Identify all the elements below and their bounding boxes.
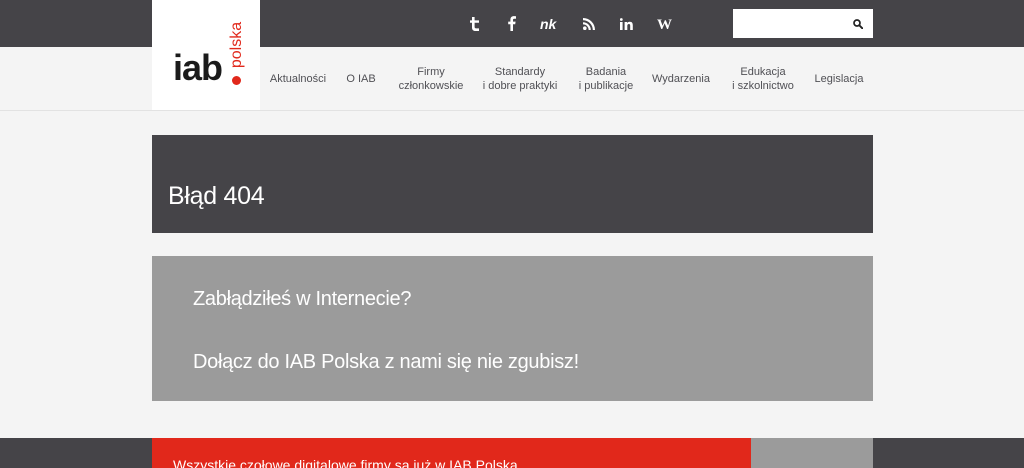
- error-message-box: Zabłądziłeś w Internecie? Dołącz do IAB …: [152, 256, 873, 401]
- nav-item-label-2: członkowskie: [398, 79, 464, 92]
- nav-item-firmy-czlonkowskie[interactable]: Firmy członkowskie: [393, 47, 469, 110]
- nav-item-label: Edukacja: [740, 65, 786, 78]
- nav-item-label: O IAB: [346, 72, 376, 85]
- message-line-1: Zabłądziłeś w Internecie?: [193, 288, 412, 310]
- page-title: Błąd 404: [168, 182, 265, 210]
- search-icon: [853, 18, 863, 29]
- logo-text: iab: [173, 47, 223, 88]
- linkedin-icon[interactable]: [613, 0, 641, 47]
- nav-item-aktualnosci[interactable]: Aktualności: [268, 47, 328, 110]
- nav-item-o-iab[interactable]: O IAB: [340, 47, 382, 110]
- logo-subtext-wrap: polska: [227, 16, 247, 74]
- nav-item-label: Wydarzenia: [652, 72, 710, 85]
- svg-text:nk: nk: [540, 18, 558, 30]
- nav-item-label: Firmy: [417, 65, 445, 78]
- join-banner[interactable]: Wszystkie czołowe digitalowe firmy są ju…: [152, 438, 751, 468]
- iab-polska-logo[interactable]: iab polska: [152, 0, 260, 110]
- nav-item-label: Legislacja: [814, 72, 864, 85]
- nav-item-legislacja[interactable]: Legislacja: [812, 47, 866, 110]
- search-button[interactable]: [843, 9, 873, 38]
- nk-icon[interactable]: nk: [535, 0, 563, 47]
- twitter-icon[interactable]: [461, 0, 489, 47]
- nav-item-badania[interactable]: Badania i publikacje: [572, 47, 640, 110]
- nav-item-standardy[interactable]: Standardy i dobre praktyki: [480, 47, 560, 110]
- nav-item-label-2: i szkolnictwo: [732, 79, 794, 92]
- wikipedia-icon[interactable]: W: [651, 0, 679, 47]
- search-box: [733, 9, 873, 38]
- rss-icon[interactable]: [575, 0, 603, 47]
- nav-item-label: Standardy: [494, 65, 546, 78]
- search-input[interactable]: [733, 9, 839, 38]
- nav-item-edukacja[interactable]: Edukacja i szkolnictwo: [725, 47, 801, 110]
- nav-item-label: Aktualności: [269, 72, 327, 85]
- logo-dot: [232, 76, 241, 85]
- nav-item-wydarzenia[interactable]: Wydarzenia: [650, 47, 712, 110]
- page-title-banner: Błąd 404: [152, 135, 873, 233]
- footer-side-panel: [751, 438, 873, 468]
- join-banner-text: Wszystkie czołowe digitalowe firmy są ju…: [173, 457, 518, 468]
- nav-item-label-2: i dobre praktyki: [482, 79, 558, 92]
- message-line-2: Dołącz do IAB Polska z nami się nie zgub…: [193, 351, 579, 373]
- svg-text:W: W: [657, 18, 672, 30]
- nav-item-label: Badania: [585, 65, 627, 78]
- facebook-icon[interactable]: [497, 0, 525, 47]
- logo-subtext: polska: [228, 21, 245, 69]
- nav-item-label-2: i publikacje: [578, 79, 634, 92]
